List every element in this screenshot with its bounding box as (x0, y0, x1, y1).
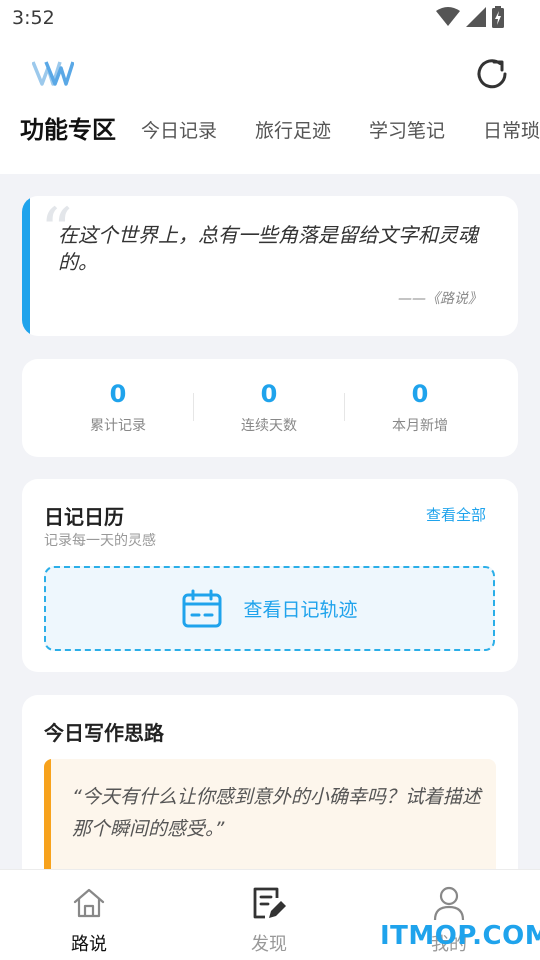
nav-label: 发现 (251, 934, 287, 955)
nav-label: 路说 (71, 934, 107, 955)
calendar-subtitle: 记录每一天的灵感 (44, 533, 156, 549)
category-tabs: 功能专区 今日记录 旅行足迹 学习笔记 日常琐 (0, 110, 540, 144)
user-icon (433, 886, 465, 921)
stats-card: 0 累计记录 0 连续天数 0 本月新增 (22, 359, 518, 457)
calendar-title: 日记日历 (44, 505, 124, 529)
app-header: 功能专区 今日记录 旅行足迹 学习笔记 日常琐 (0, 36, 540, 174)
refresh-icon (477, 59, 507, 89)
calendar-icon (182, 589, 222, 627)
wifi-icon (436, 7, 460, 26)
diary-calendar-card: 日记日历 记录每一天的灵感 查看全部 查看日记轨迹 (22, 479, 518, 672)
status-time: 3:52 (12, 7, 55, 29)
stat-total-records: 0 累计记录 (43, 379, 193, 435)
home-icon (73, 888, 105, 918)
tab-features[interactable]: 功能专区 (20, 110, 116, 144)
nav-home[interactable]: 路说 (39, 884, 139, 956)
edit-note-icon (253, 887, 286, 919)
quote-accent-bar (22, 196, 30, 336)
nav-discover[interactable]: 发现 (219, 884, 319, 956)
tab-today[interactable]: 今日记录 (141, 116, 217, 143)
view-diary-track-label: 查看日记轨迹 (243, 599, 358, 621)
view-diary-track-button[interactable]: 查看日记轨迹 (44, 566, 495, 651)
quote-source: ——《路说》 (398, 291, 482, 307)
stat-label: 累计记录 (90, 418, 146, 434)
idea-prompt-text: “今天有什么让你感到意外的小确幸吗？试着描述那个瞬间的感受。” (72, 786, 481, 840)
tab-daily[interactable]: 日常琐 (483, 116, 540, 143)
tab-study[interactable]: 学习笔记 (369, 116, 445, 143)
stat-month-new: 0 本月新增 (345, 379, 495, 435)
idea-title: 今日写作思路 (44, 721, 164, 745)
view-all-link[interactable]: 查看全部 (426, 504, 486, 525)
quote-card: “ 在这个世界上，总有一些角落是留给文字和灵魂的。 ——《路说》 (22, 196, 518, 336)
stat-label: 连续天数 (241, 418, 297, 434)
stat-value: 0 (411, 380, 429, 408)
signal-icon (466, 7, 486, 27)
stat-value: 0 (260, 380, 278, 408)
stat-label: 本月新增 (392, 418, 448, 434)
tab-travel[interactable]: 旅行足迹 (255, 116, 331, 143)
stat-value: 0 (109, 380, 127, 408)
app-logo (32, 61, 74, 86)
stat-streak-days: 0 连续天数 (194, 379, 344, 435)
watermark: ITMOP.COM (380, 921, 540, 951)
status-bar: 3:52 (0, 0, 540, 36)
refresh-button[interactable] (472, 54, 512, 94)
status-icons (436, 6, 504, 28)
battery-icon (492, 6, 504, 28)
quote-text: 在这个世界上，总有一些角落是留给文字和灵魂的。 (58, 223, 478, 274)
